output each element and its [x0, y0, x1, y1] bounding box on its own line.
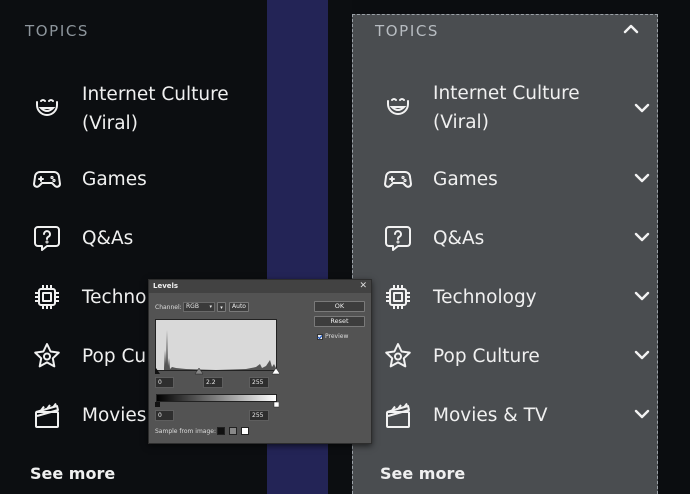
topic-label-line2: (Viral): [82, 113, 138, 134]
channel-options-button[interactable]: ▾: [217, 302, 226, 312]
topic-label: Movies & TV: [433, 404, 548, 426]
topic-item-pop-culture[interactable]: Pop Culture: [381, 336, 653, 376]
topic-item-games[interactable]: Games: [381, 159, 653, 199]
topics-panel-right: TOPICS Internet Culture (Viral) Games Q&…: [352, 14, 658, 494]
clapperboard-icon: [30, 398, 64, 432]
input-black-field[interactable]: 0: [155, 377, 174, 388]
gamepad-icon: [30, 162, 64, 196]
input-gamma-field[interactable]: 2.2: [203, 377, 223, 388]
gamepad-icon: [381, 162, 415, 196]
input-slider[interactable]: [155, 368, 279, 375]
input-white-field[interactable]: 255: [249, 377, 269, 388]
topic-item-technology[interactable]: Techno: [30, 277, 146, 317]
topic-label: Movies: [82, 404, 147, 426]
topic-item-qas[interactable]: Q&As: [30, 218, 133, 258]
chevron-down-icon[interactable]: [631, 403, 653, 425]
topic-label: Games: [433, 168, 498, 190]
see-more-link[interactable]: See more: [30, 464, 115, 483]
question-bubble-icon: [381, 221, 415, 255]
topic-label: Pop Cu: [82, 345, 147, 367]
topics-heading: TOPICS: [25, 22, 90, 40]
chevron-down-icon[interactable]: [631, 226, 653, 248]
topic-item-movies-tv[interactable]: Movies & TV: [381, 395, 653, 435]
output-white-field[interactable]: 255: [249, 410, 269, 421]
topic-label: Technology: [433, 286, 537, 308]
topic-item-pop-culture[interactable]: Pop Cu: [30, 336, 146, 376]
chevron-down-icon: ▾: [209, 304, 212, 310]
topic-label: Techno: [82, 286, 147, 308]
question-bubble-icon: [30, 221, 64, 255]
star-icon: [30, 339, 64, 373]
star-icon: [381, 339, 415, 373]
output-slider[interactable]: [155, 402, 279, 408]
screen: TOPICS Internet Culture (Viral) Games Q&…: [0, 0, 690, 494]
topic-item-internet-culture[interactable]: Internet Culture (Viral): [381, 83, 653, 133]
smile-icon: [381, 91, 415, 125]
topic-item-games[interactable]: Games: [30, 159, 147, 199]
ok-button[interactable]: OK: [314, 301, 365, 312]
white-eyedropper-icon[interactable]: [241, 427, 249, 435]
menu-arrow-icon: ▾: [220, 305, 223, 311]
topic-label: Q&As: [433, 227, 485, 249]
topic-item-internet-culture[interactable]: Internet Culture (Viral): [30, 84, 229, 134]
black-eyedropper-icon[interactable]: [217, 427, 225, 435]
chevron-down-icon[interactable]: [631, 167, 653, 189]
smile-icon: [30, 92, 64, 126]
histogram: [155, 319, 277, 371]
histogram-plot: [164, 330, 276, 370]
sample-label: Sample from image:: [155, 428, 216, 435]
chevron-down-icon[interactable]: [631, 344, 653, 366]
topic-item-technology[interactable]: Technology: [381, 277, 653, 317]
channel-label: Channel:: [155, 304, 182, 311]
channel-value: RGB: [186, 303, 199, 310]
preview-label: Preview: [325, 333, 349, 340]
topic-label: Pop Culture: [433, 345, 540, 367]
topic-label-line2: (Viral): [433, 112, 489, 133]
topic-item-movies[interactable]: Movies: [30, 395, 146, 435]
auto-button[interactable]: Auto: [229, 302, 249, 312]
reset-button[interactable]: Reset: [314, 316, 365, 327]
topic-item-qas[interactable]: Q&As: [381, 218, 653, 258]
preview-checkbox[interactable]: [317, 334, 323, 340]
close-icon[interactable]: ✕: [359, 280, 367, 293]
topic-label: Q&As: [82, 227, 134, 249]
clapperboard-icon: [381, 398, 415, 432]
see-more-link[interactable]: See more: [380, 464, 465, 483]
topic-label-line1: Internet Culture: [82, 84, 229, 105]
chip-icon: [381, 280, 415, 314]
chip-icon: [30, 280, 64, 314]
dialog-title: Levels: [149, 280, 371, 293]
levels-dialog[interactable]: Levels ✕ Channel: RGB ▾ ▾ Auto OK Reset …: [148, 279, 372, 444]
output-gradient: [156, 394, 277, 402]
topics-heading: TOPICS: [375, 22, 440, 40]
topic-label: Games: [82, 168, 147, 190]
chevron-down-icon[interactable]: [631, 97, 653, 119]
checkmark-icon: [317, 335, 323, 340]
channel-select[interactable]: RGB ▾: [183, 302, 215, 312]
topic-label-line1: Internet Culture: [433, 83, 580, 104]
output-black-field[interactable]: 0: [155, 410, 174, 421]
gray-eyedropper-icon[interactable]: [229, 427, 237, 435]
chevron-up-icon[interactable]: [623, 23, 639, 35]
chevron-down-icon[interactable]: [631, 285, 653, 307]
